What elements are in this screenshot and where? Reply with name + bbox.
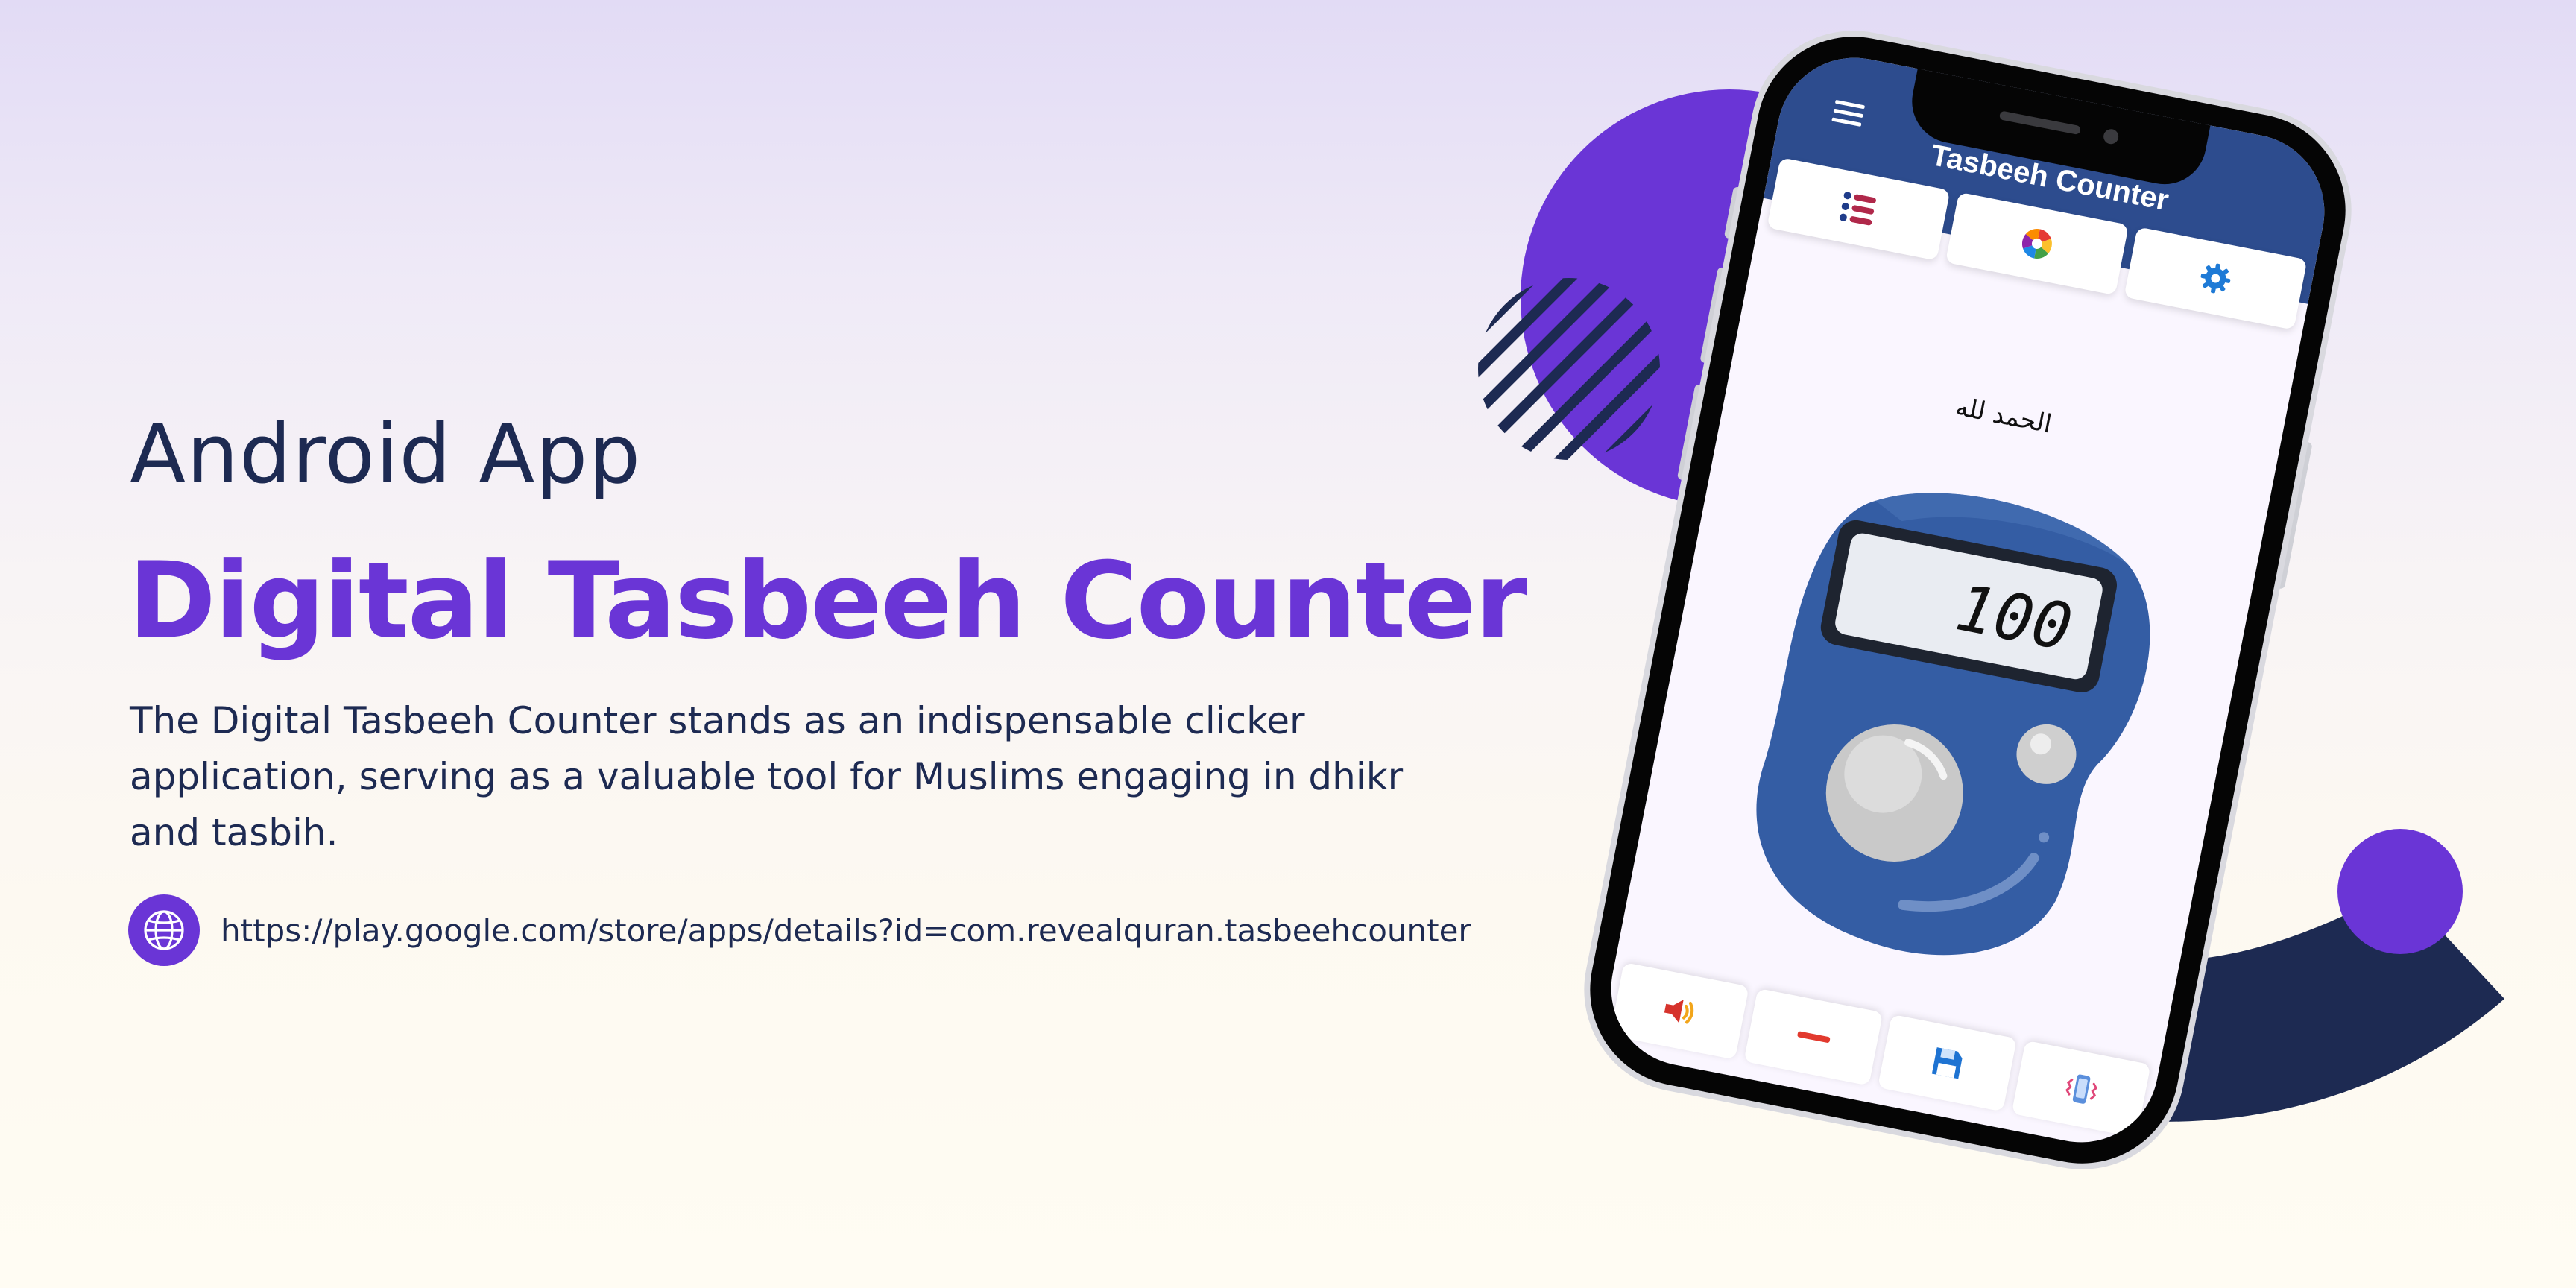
minus-icon: [1796, 1031, 1830, 1043]
save-button[interactable]: [1878, 1014, 2017, 1112]
promo-banner: Android App Digital Tasbeeh Counter The …: [0, 0, 2576, 1288]
speaker-icon: [1664, 999, 1693, 1024]
list-icon: [1839, 192, 1876, 226]
camera-icon: [2102, 127, 2120, 145]
description-text: The Digital Tasbeeh Counter stands as an…: [130, 699, 1404, 854]
gear-icon: [2200, 263, 2231, 294]
vibrate-button[interactable]: [2011, 1040, 2151, 1138]
decrement-button[interactable]: [1743, 988, 1884, 1086]
vibrate-icon: [2065, 1074, 2097, 1104]
color-wheel-icon: [2021, 228, 2052, 259]
purple-dot-shape: [2337, 829, 2463, 954]
tasbeeh-counter-device[interactable]: 100: [1710, 456, 2182, 998]
store-link[interactable]: https://play.google.com/store/apps/detai…: [221, 912, 1471, 949]
hatched-circle-shape: [1478, 278, 1660, 460]
page-title: Digital Tasbeeh Counter: [128, 540, 1527, 663]
store-link-row[interactable]: https://play.google.com/store/apps/detai…: [128, 894, 1471, 966]
globe-icon: [128, 894, 200, 966]
save-icon: [1931, 1047, 1963, 1079]
eyebrow-text: Android App: [130, 406, 642, 502]
